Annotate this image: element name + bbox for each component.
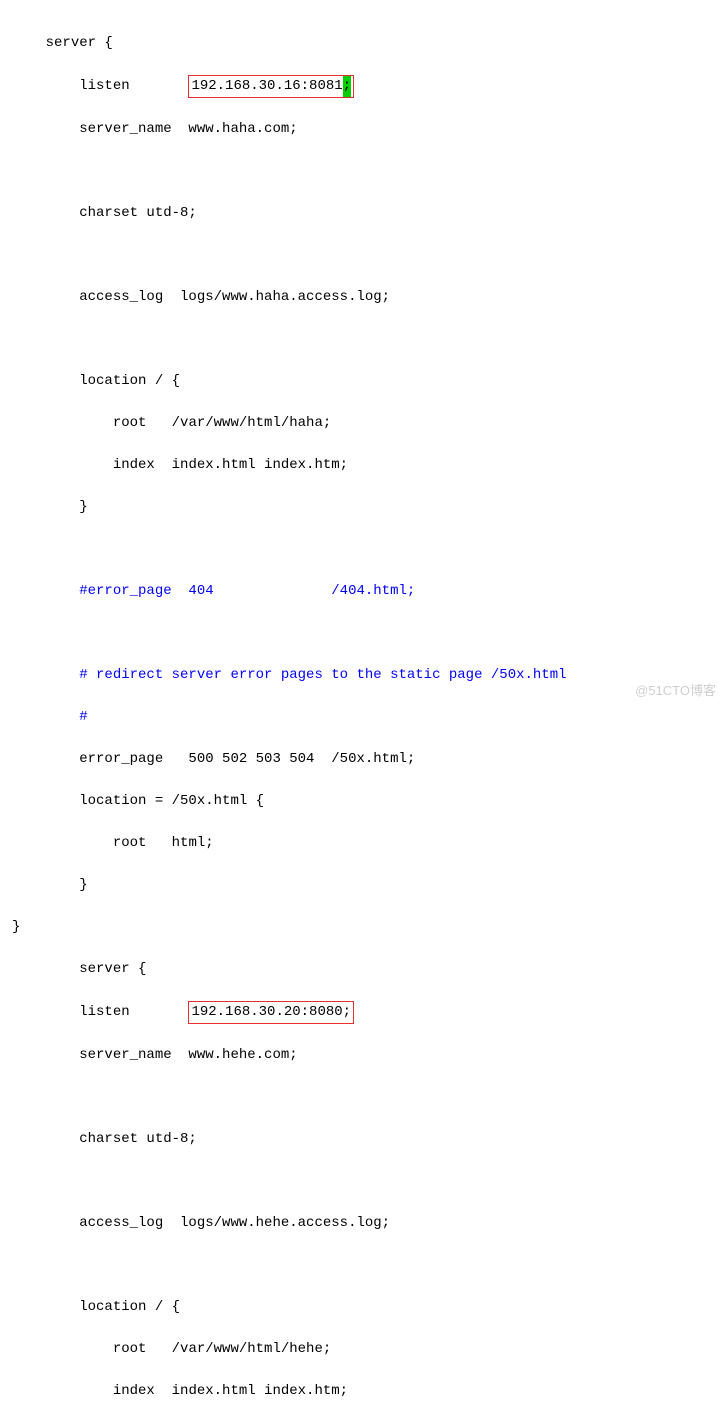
code-line: access_log logs/www.hehe.access.log; [12,1213,724,1234]
code-line [12,245,724,266]
code-line: server_name www.haha.com; [12,119,724,140]
comment-line: #error_page 404 /404.html; [12,581,724,602]
code-line: } [12,875,724,896]
code-line: error_page 500 502 503 504 /50x.html; [12,749,724,770]
cursor-icon: ; [343,76,351,97]
watermark-text: @51CTO博客 [635,681,716,701]
code-line: access_log logs/www.haha.access.log; [12,287,724,308]
code-line: } [12,497,724,518]
code-line: server_name www.hehe.com; [12,1045,724,1066]
code-line: location / { [12,371,724,392]
comment-line: # [12,707,724,728]
code-line: root /var/www/html/hehe; [12,1339,724,1360]
code-line [12,329,724,350]
comment-line: # redirect server error pages to the sta… [12,665,724,686]
code-line [12,1087,724,1108]
code-line: listen 192.168.30.16:8081; [12,75,724,98]
code-line: charset utd-8; [12,1129,724,1150]
code-line [12,1171,724,1192]
code-line: } [12,917,724,938]
code-line: index index.html index.htm; [12,1381,724,1402]
code-line [12,623,724,644]
highlight-box-2: 192.168.30.20:8080; [188,1001,354,1024]
code-line [12,161,724,182]
code-line: location / { [12,1297,724,1318]
code-line: server { [12,33,724,54]
code-line: root /var/www/html/haha; [12,413,724,434]
code-line [12,1255,724,1276]
code-line: server { [12,959,724,980]
code-block: server { listen 192.168.30.16:8081; serv… [0,0,724,1412]
code-line: charset utd-8; [12,203,724,224]
code-line: location = /50x.html { [12,791,724,812]
code-line: index index.html index.htm; [12,455,724,476]
highlight-box-1: 192.168.30.16:8081; [188,75,353,98]
code-line [12,539,724,560]
code-line: root html; [12,833,724,854]
code-line: listen 192.168.30.20:8080; [12,1001,724,1024]
